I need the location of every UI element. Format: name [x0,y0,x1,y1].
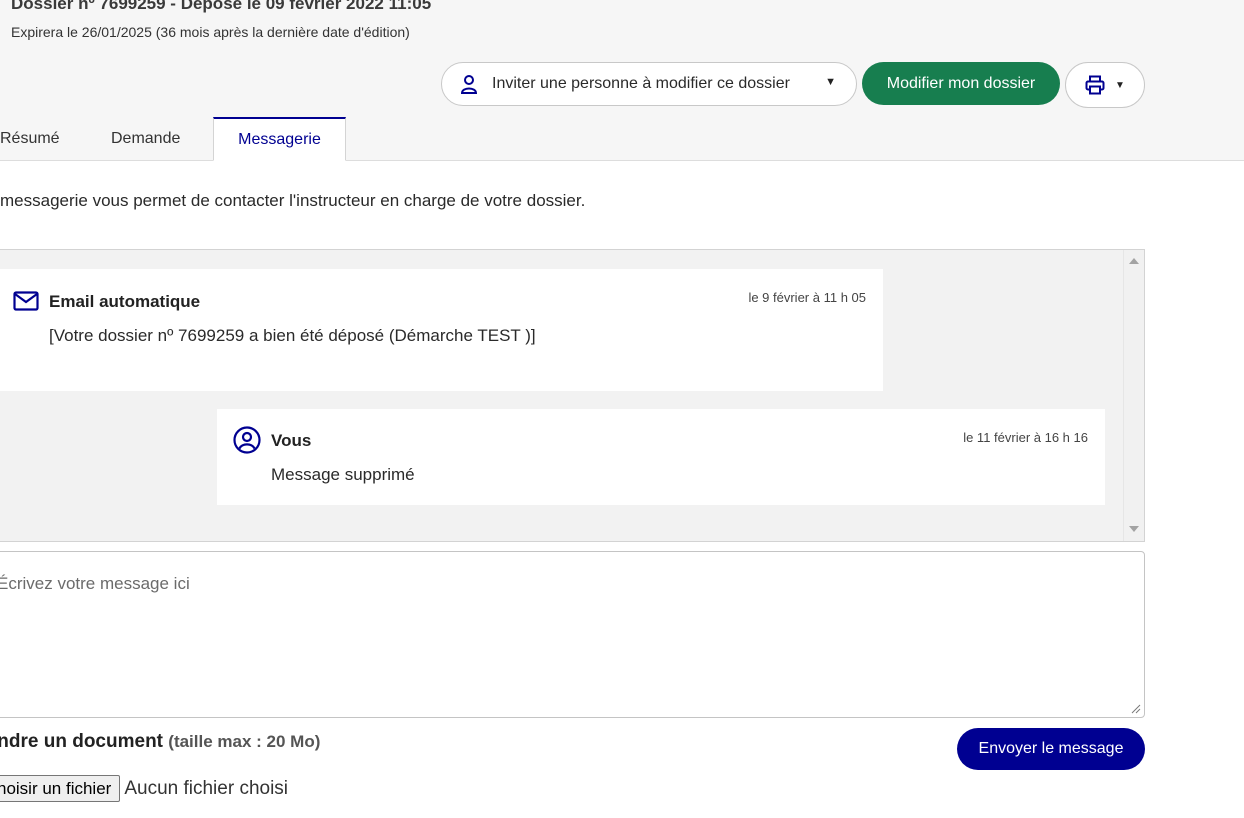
resize-grip-icon[interactable] [1131,704,1141,714]
tab-demande[interactable]: Demande [111,117,180,161]
message-author: Vous [271,431,312,450]
modify-dossier-button[interactable]: Modifier mon dossier [862,62,1060,105]
mail-icon [13,291,39,311]
scroll-down-arrow-icon[interactable] [1129,526,1139,532]
attach-title: indre un document [0,731,163,752]
message-date: le 11 février à 16 h 16 [963,430,1088,445]
message-author: Email automatique [49,292,201,311]
message-date: le 9 février à 11 h 05 [748,290,866,305]
attach-document-heading: indre un document (taille max : 20 Mo) [0,731,320,753]
chevron-down-icon: ▼ [825,76,836,88]
message-textarea[interactable]: Écrivez votre message ici [0,551,1145,718]
file-input: hoisir un fichier Aucun fichier choisi [0,775,288,802]
print-button[interactable]: ▼ [1065,62,1145,108]
attach-size-hint: (taille max : 20 Mo) [168,732,321,751]
user-icon [460,75,478,94]
invite-button-label: Inviter une personne à modifier ce dossi… [492,75,790,92]
expiration-text: Expirera le 26/01/2025 (36 mois après la… [11,24,410,40]
dossier-title: Dossier nº 7699259 - Déposé le 09 févrie… [11,0,432,13]
send-message-button[interactable]: Envoyer le message [957,728,1145,770]
message-body: [Votre dossier nº 7699259 a bien été dép… [49,326,536,345]
file-status: Aucun fichier choisi [124,777,289,799]
scrollbar[interactable] [1123,250,1144,541]
scroll-up-arrow-icon[interactable] [1129,258,1139,264]
printer-icon [1085,75,1105,95]
tab-messagerie[interactable]: Messagerie [213,117,346,161]
message-list[interactable]: Email automatique le 9 février à 11 h 05… [0,249,1145,542]
message-item: Vous le 11 février à 16 h 16 Message sup… [217,409,1105,505]
message-item: Email automatique le 9 février à 11 h 05… [0,269,883,391]
chevron-down-icon: ▼ [1115,79,1125,91]
dossier-header: Dossier nº 7699259 - Déposé le 09 févrie… [0,0,1244,161]
message-body: Message supprimé [271,465,415,484]
message-placeholder: Écrivez votre message ici [0,574,190,593]
user-circle-icon [233,426,261,454]
invite-button[interactable]: Inviter une personne à modifier ce dossi… [441,62,857,106]
messagerie-intro: messagerie vous permet de contacter l'in… [0,191,586,210]
tab-resume[interactable]: Résumé [0,117,60,161]
choose-file-button[interactable]: hoisir un fichier [0,775,121,802]
